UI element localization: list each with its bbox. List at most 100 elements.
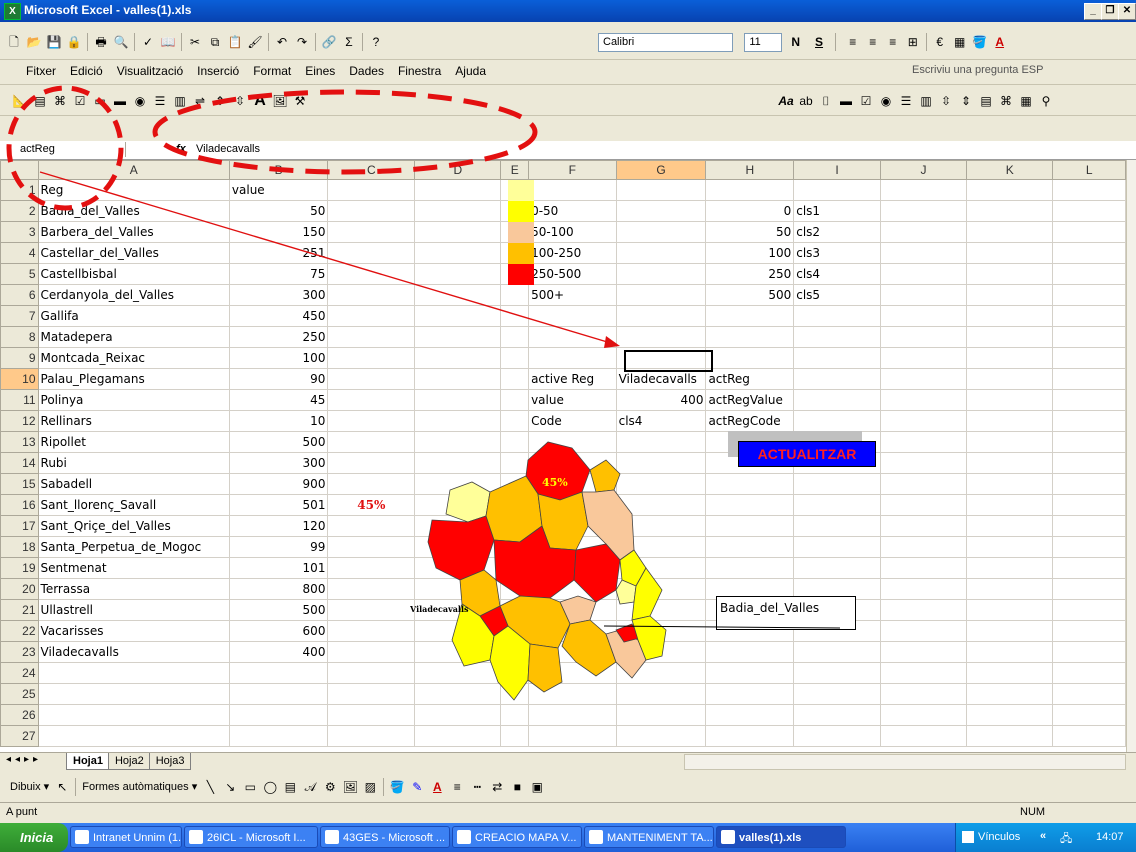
cell-j23[interactable] [879,641,968,663]
cell-k18[interactable] [966,536,1054,558]
cell-b15[interactable]: 900 [228,473,329,495]
cell-a23[interactable]: Viladecavalls [37,641,230,663]
cell-b14[interactable]: 300 [228,452,329,474]
cell-k12[interactable] [966,410,1054,432]
cell-b21[interactable]: 500 [228,599,329,621]
cell-b17[interactable]: 120 [228,515,329,537]
cell-j5[interactable] [879,263,968,285]
cell-i8[interactable] [793,326,881,348]
cell-l14[interactable] [1052,452,1126,474]
row-header[interactable]: 23 [0,641,39,663]
row-header[interactable]: 16 [0,494,39,516]
cell-i6[interactable]: cls5 [793,284,881,306]
select-objects-icon[interactable]: ↖ [53,778,71,796]
cell-k10[interactable] [966,368,1054,390]
cell-a26[interactable] [37,704,230,726]
picture-icon[interactable]: ▨ [361,778,379,796]
cell-l10[interactable] [1052,368,1126,390]
cell-k11[interactable] [966,389,1054,411]
cell-j19[interactable] [879,557,968,579]
cell-j9[interactable] [879,347,968,369]
cell-j18[interactable] [879,536,968,558]
oval-icon[interactable]: ◯ [261,778,279,796]
network-icon[interactable]: 🖧 [1060,830,1072,849]
tab-hoja2[interactable]: Hoja2 [107,753,151,770]
cell-b12[interactable]: 10 [228,410,329,432]
cell-c25[interactable] [327,683,416,705]
cell-c17[interactable] [327,515,416,537]
cell-k19[interactable] [966,557,1054,579]
cell-a12[interactable]: Rellinars [37,410,230,432]
clipart-icon[interactable]: 🖼 [341,778,359,796]
cell-i12[interactable] [793,410,881,432]
cell-l13[interactable] [1052,431,1126,453]
cell-k21[interactable] [966,599,1054,621]
tab-scroll-icons[interactable]: ◂◂▸▸ [6,754,42,765]
cell-b16[interactable]: 501 [228,494,329,516]
cell-l20[interactable] [1052,578,1126,600]
draw-font-color-icon[interactable]: A [428,778,446,796]
cell-f12[interactable]: Code [528,410,617,432]
cell-f11[interactable]: value [528,389,617,411]
cell-k25[interactable] [966,683,1054,705]
line-color-icon[interactable]: ✎ [408,778,426,796]
dibuix-menu[interactable]: Dibuix [10,781,41,793]
cell-h10[interactable]: actReg [705,368,795,390]
cell-a22[interactable]: Vacarisses [37,620,230,642]
cell-a17[interactable]: Sant_Qriçe_del_Valles [37,515,230,537]
rectangle-icon[interactable]: ▭ [241,778,259,796]
vinculos-label[interactable]: Vínculos [978,831,1020,843]
cell-k6[interactable] [966,284,1054,306]
cell-b11[interactable]: 45 [228,389,329,411]
horizontal-scrollbar[interactable] [684,754,1126,770]
cell-a25[interactable] [37,683,230,705]
cell-h6[interactable]: 500 [705,284,795,306]
cell-h12[interactable]: actRegCode [705,410,795,432]
row-header[interactable]: 14 [0,452,39,474]
row-header[interactable]: 24 [0,662,39,684]
cell-e27[interactable] [500,725,530,747]
cell-b19[interactable]: 101 [228,557,329,579]
cell-l9[interactable] [1052,347,1126,369]
cell-e11[interactable] [500,389,530,411]
cell-d27[interactable] [414,725,502,747]
row-header[interactable]: 13 [0,431,39,453]
cell-g11[interactable]: 400 [615,389,707,411]
cell-g12[interactable]: cls4 [615,410,707,432]
cell-k23[interactable] [966,641,1054,663]
cell-c15[interactable] [327,473,416,495]
row-header[interactable]: 18 [0,536,39,558]
task-intranet[interactable]: Intranet Unnim (1... [70,826,182,848]
cell-h11[interactable]: actRegValue [705,389,795,411]
task-26icl[interactable]: 26ICL - Microsoft I... [184,826,318,848]
task-creacio-mapa[interactable]: CREACIO MAPA V... [452,826,582,848]
cell-k26[interactable] [966,704,1054,726]
cell-a15[interactable]: Sabadell [37,473,230,495]
cell-l27[interactable] [1052,725,1126,747]
cell-j8[interactable] [879,326,968,348]
cell-b24[interactable] [228,662,329,684]
cell-k13[interactable] [966,431,1054,453]
line-icon[interactable]: ╲ [201,778,219,796]
cell-a21[interactable]: Ullastrell [37,599,230,621]
vertical-scrollbar[interactable] [1126,160,1136,752]
cell-l8[interactable] [1052,326,1126,348]
cell-d11[interactable] [414,389,502,411]
textbox-icon[interactable]: ▤ [281,778,299,796]
cell-j7[interactable] [879,305,968,327]
cell-c27[interactable] [327,725,416,747]
cell-f27[interactable] [528,725,617,747]
cell-i27[interactable] [793,725,881,747]
cell-c14[interactable] [327,452,416,474]
cell-j10[interactable] [879,368,968,390]
cell-i9[interactable] [793,347,881,369]
cell-c26[interactable] [327,704,416,726]
cell-j21[interactable] [879,599,968,621]
cell-k27[interactable] [966,725,1054,747]
cell-k5[interactable] [966,263,1054,285]
cell-k14[interactable] [966,452,1054,474]
cell-k24[interactable] [966,662,1054,684]
cell-l11[interactable] [1052,389,1126,411]
3d-icon[interactable]: ▣ [528,778,546,796]
cell-j24[interactable] [879,662,968,684]
